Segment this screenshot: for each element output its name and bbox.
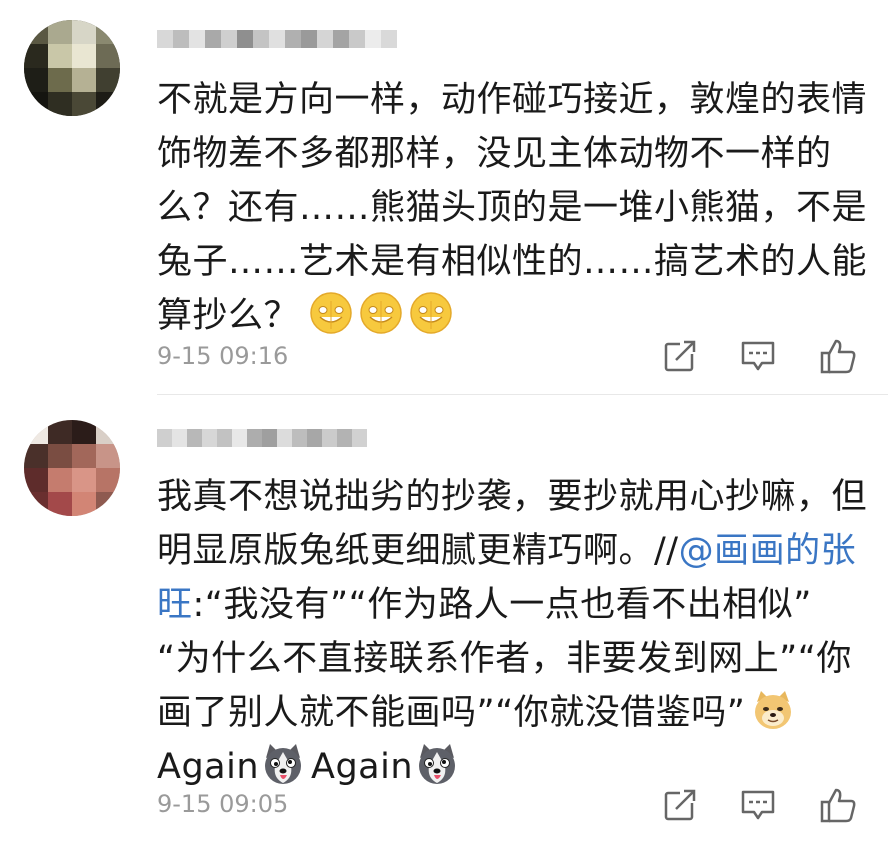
again-text: Again bbox=[157, 747, 260, 787]
comment-line-with-emoji: 画了别人就不能画吗”“你就没借鉴吗” bbox=[157, 686, 857, 740]
grin-emoji-icon bbox=[310, 292, 352, 334]
comment-actions bbox=[660, 336, 860, 376]
comment-icon[interactable] bbox=[738, 336, 778, 376]
doge-emoji-icon bbox=[755, 691, 792, 729]
comment-timestamp: 9-15 09:16 bbox=[157, 342, 289, 370]
comment-actions bbox=[660, 785, 860, 825]
comment-line: 么？还有……熊猫头顶的是一堆小熊猫，不是 bbox=[157, 188, 868, 228]
comment-line: 饰物差不多都那样，没见主体动物不一样的 bbox=[157, 134, 832, 174]
share-icon[interactable] bbox=[660, 785, 700, 825]
avatar[interactable] bbox=[24, 20, 120, 116]
like-icon[interactable] bbox=[818, 785, 858, 825]
comment-line: :“我没有”“作为路人一点也看不出相似” bbox=[192, 585, 812, 625]
comment-item: 不就是方向一样，动作碰巧接近，敦煌的表情 饰物差不多都那样，没见主体动物不一样的… bbox=[0, 0, 888, 395]
comment-text: 我真不想说拙劣的抄袭，要抄就用心抄嘛，但 明显原版兔纸更细腻更精巧啊。//@画画… bbox=[157, 470, 868, 794]
comment-line: 算抄么？ bbox=[157, 296, 300, 336]
comment-line: 画了别人就不能画吗”“你就没借鉴吗” bbox=[157, 693, 746, 733]
share-icon[interactable] bbox=[660, 336, 700, 376]
comment-line: “为什么不直接联系作者，非要发到网上”“你 bbox=[157, 639, 852, 679]
comment-timestamp: 9-15 09:05 bbox=[157, 790, 289, 818]
like-icon[interactable] bbox=[818, 336, 858, 376]
avatar-image bbox=[24, 20, 120, 116]
username-redacted[interactable] bbox=[157, 425, 377, 451]
comment-line-with-mention: 明显原版兔纸更细腻更精巧啊。//@画画的张 bbox=[157, 524, 857, 578]
comment-line: 兔子……艺术是有相似性的……搞艺术的人能 bbox=[157, 242, 868, 282]
grin-emoji-icon bbox=[360, 292, 402, 334]
mention-link[interactable]: 旺 bbox=[157, 585, 193, 625]
mention-link[interactable]: @画画的张 bbox=[679, 531, 857, 571]
comment-line: 我真不想说拙劣的抄袭，要抄就用心抄嘛，但 bbox=[157, 477, 868, 517]
comment-line-with-mention: 旺:“我没有”“作为路人一点也看不出相似” bbox=[157, 578, 857, 632]
redacted-name-mosaic bbox=[157, 429, 367, 447]
avatar[interactable] bbox=[24, 420, 120, 516]
again-text: Again bbox=[311, 747, 414, 787]
comment-icon[interactable] bbox=[738, 785, 778, 825]
comment-line: 不就是方向一样，动作碰巧接近，敦煌的表情 bbox=[157, 80, 868, 120]
comment-text: 不就是方向一样，动作碰巧接近，敦煌的表情 饰物差不多都那样，没见主体动物不一样的… bbox=[157, 73, 868, 343]
husky-emoji-icon bbox=[419, 744, 456, 784]
username-redacted[interactable] bbox=[157, 26, 397, 52]
comment-item: 我真不想说拙劣的抄袭，要抄就用心抄嘛，但 明显原版兔纸更细腻更精巧啊。//@画画… bbox=[0, 395, 888, 842]
grin-emoji-icon bbox=[410, 292, 452, 334]
redacted-name-mosaic bbox=[157, 30, 397, 48]
comment-line-with-emoji: 算抄么？ bbox=[157, 289, 857, 343]
comment-line: 明显原版兔纸更细腻更精巧啊。// bbox=[157, 531, 679, 571]
husky-emoji-icon bbox=[265, 744, 302, 784]
avatar-image bbox=[24, 420, 120, 516]
